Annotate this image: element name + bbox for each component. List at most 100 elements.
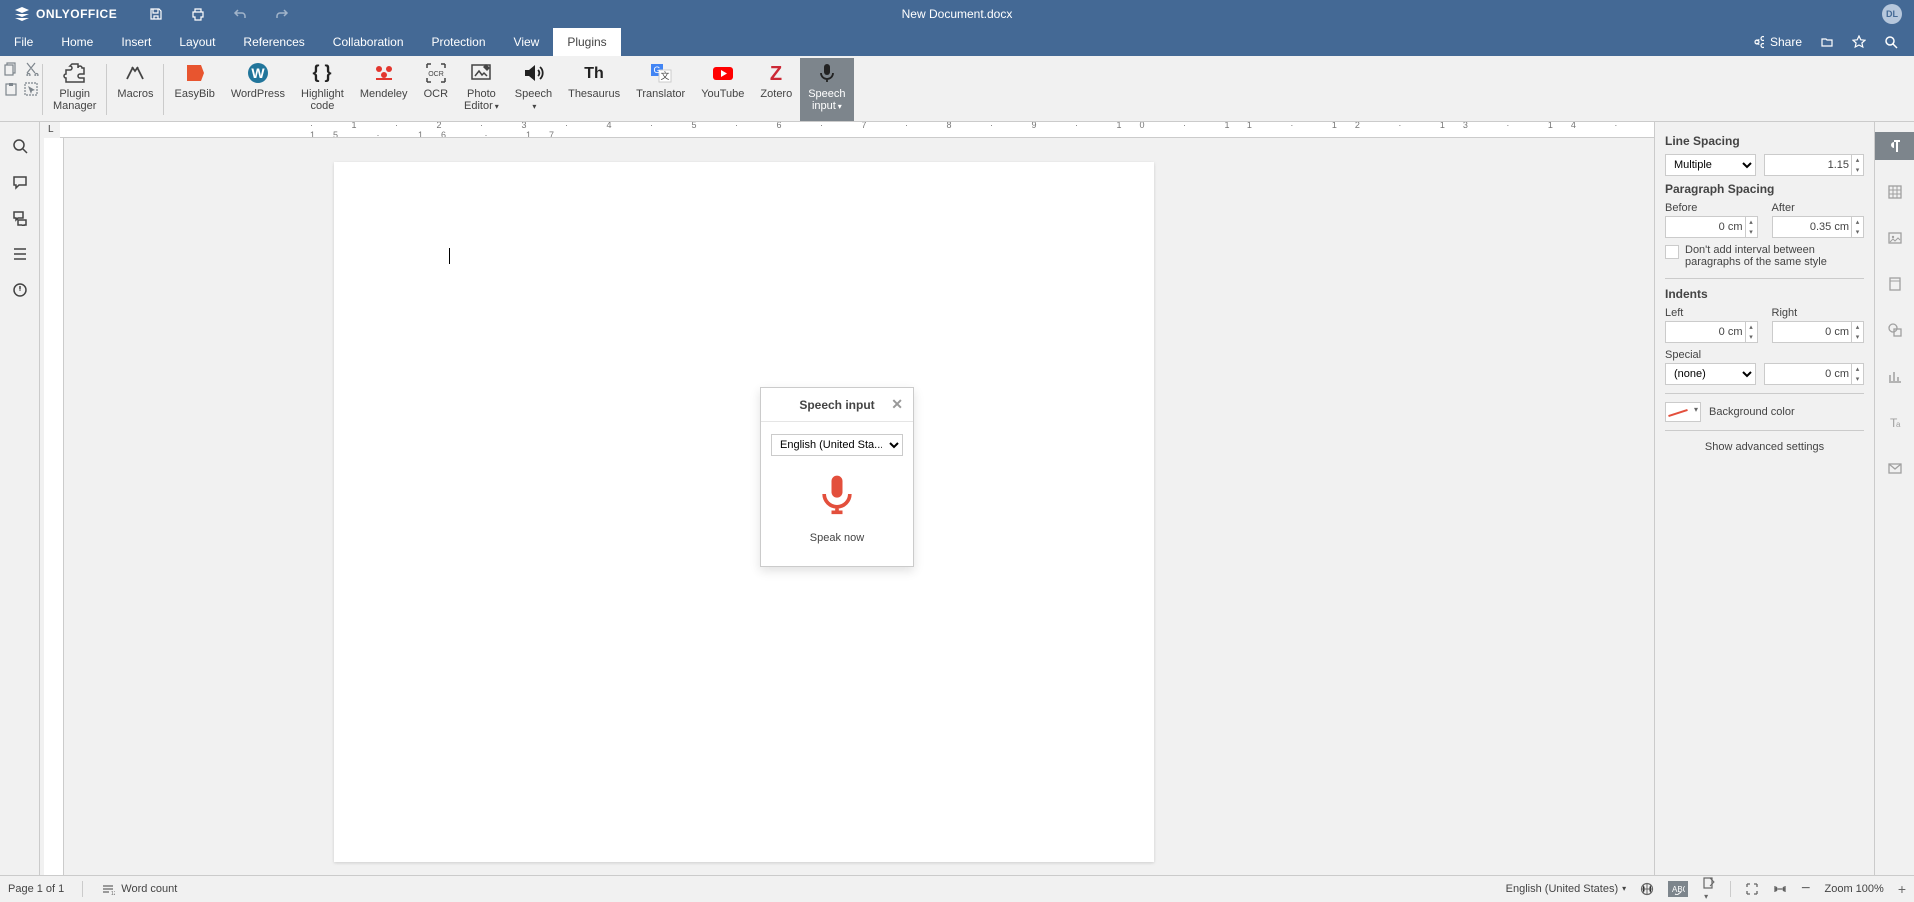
- ocr-button[interactable]: OCR OCR: [416, 58, 456, 121]
- tab-file[interactable]: File: [0, 28, 47, 56]
- tab-references[interactable]: References: [229, 28, 318, 56]
- mailmerge-settings-icon[interactable]: [1875, 454, 1914, 482]
- undo-icon[interactable]: [233, 7, 247, 21]
- share-button[interactable]: Share: [1750, 35, 1802, 49]
- show-advanced-settings-link[interactable]: Show advanced settings: [1665, 441, 1864, 453]
- paragraph-spacing-heading: Paragraph Spacing: [1665, 182, 1864, 196]
- vertical-ruler[interactable]: [44, 138, 64, 875]
- tab-home[interactable]: Home: [47, 28, 107, 56]
- search-icon[interactable]: [1884, 35, 1898, 49]
- select-all-icon[interactable]: [24, 82, 40, 96]
- find-icon[interactable]: [12, 138, 28, 154]
- left-icon-panel: [0, 122, 40, 875]
- thesaurus-label: Thesaurus: [568, 88, 620, 100]
- speak-now-label: Speak now: [810, 532, 864, 544]
- chat-icon[interactable]: [12, 210, 28, 226]
- svg-text:123: 123: [111, 891, 115, 896]
- table-settings-icon[interactable]: [1875, 178, 1914, 206]
- comments-icon[interactable]: [12, 174, 28, 190]
- macros-button[interactable]: Macros: [109, 58, 161, 121]
- user-avatar[interactable]: DL: [1882, 4, 1902, 24]
- shape-settings-icon[interactable]: [1875, 316, 1914, 344]
- svg-text:Z: Z: [770, 63, 782, 85]
- mendeley-label: Mendeley: [360, 88, 408, 100]
- svg-text:G: G: [653, 65, 660, 75]
- wordcount-label[interactable]: Word count: [121, 883, 177, 895]
- doc-language-button[interactable]: English (United States) ▾: [1506, 883, 1627, 895]
- no-interval-label: Don't add interval between paragraphs of…: [1685, 244, 1864, 268]
- paste-icon[interactable]: [4, 82, 20, 96]
- zoom-out-icon[interactable]: −: [1801, 880, 1810, 898]
- open-location-icon[interactable]: [1820, 35, 1834, 49]
- line-spacing-type-select[interactable]: Multiple: [1665, 154, 1756, 176]
- tab-collaboration[interactable]: Collaboration: [319, 28, 418, 56]
- app-logo: ONLYOFFICE: [0, 6, 131, 22]
- indent-left-label: Left: [1665, 307, 1758, 319]
- document-title: New Document.docx: [902, 7, 1013, 21]
- editor-area: · 1 · 2 · 3 · 4 · 5 · 6 · 7 · 8 · 9 · 10…: [40, 122, 1654, 875]
- fit-width-icon[interactable]: [1773, 882, 1787, 896]
- tab-view[interactable]: View: [500, 28, 554, 56]
- spacing-after-input[interactable]: 0.35 cm▴▾: [1772, 216, 1865, 238]
- spellcheck-icon[interactable]: ABC: [1668, 881, 1688, 897]
- close-icon[interactable]: ✕: [891, 396, 903, 413]
- tab-layout[interactable]: Layout: [165, 28, 229, 56]
- cut-icon[interactable]: [24, 62, 40, 76]
- tab-protection[interactable]: Protection: [418, 28, 500, 56]
- spacing-before-input[interactable]: 0 cm▴▾: [1665, 216, 1758, 238]
- zotero-button[interactable]: Z Zotero: [752, 58, 800, 121]
- highlight-code-button[interactable]: { } Highlight code: [293, 58, 352, 121]
- translator-label: Translator: [636, 88, 685, 100]
- paragraph-settings-icon[interactable]: [1875, 132, 1914, 160]
- feedback-icon[interactable]: [12, 282, 28, 298]
- textart-settings-icon[interactable]: Ta: [1875, 408, 1914, 436]
- zoom-label[interactable]: Zoom 100%: [1825, 883, 1884, 895]
- easybib-button[interactable]: EasyBib: [166, 58, 222, 121]
- speech-language-select[interactable]: English (United Sta...: [771, 434, 903, 456]
- tab-insert[interactable]: Insert: [107, 28, 165, 56]
- save-icon[interactable]: [149, 7, 163, 21]
- indent-right-input[interactable]: 0 cm▴▾: [1772, 321, 1865, 343]
- special-indent-select[interactable]: (none): [1665, 363, 1756, 385]
- plugin-manager-button[interactable]: Plugin Manager: [45, 58, 104, 121]
- youtube-button[interactable]: YouTube: [693, 58, 752, 121]
- macros-label: Macros: [117, 88, 153, 100]
- image-settings-icon[interactable]: [1875, 224, 1914, 252]
- speech-button[interactable]: Speech▾: [507, 58, 560, 121]
- track-changes-icon[interactable]: ▾: [1702, 876, 1716, 902]
- share-label: Share: [1770, 35, 1802, 49]
- redo-icon[interactable]: [275, 7, 289, 21]
- title-bar: ONLYOFFICE New Document.docx DL: [0, 0, 1914, 28]
- photo-editor-button[interactable]: Photo Editor▾: [456, 58, 507, 121]
- translator-button[interactable]: G文 Translator: [628, 58, 693, 121]
- mendeley-button[interactable]: Mendeley: [352, 58, 416, 121]
- line-spacing-value-input[interactable]: 1.15▴▾: [1764, 154, 1865, 176]
- brand-label: ONLYOFFICE: [36, 7, 117, 21]
- header-footer-icon[interactable]: [1875, 270, 1914, 298]
- thesaurus-button[interactable]: Th Thesaurus: [560, 58, 628, 121]
- indent-left-input[interactable]: 0 cm▴▾: [1665, 321, 1758, 343]
- set-doc-language-icon[interactable]: [1640, 882, 1654, 896]
- zoom-in-icon[interactable]: +: [1898, 881, 1906, 897]
- speech-input-button[interactable]: Speech input▾: [800, 58, 853, 121]
- wordpress-button[interactable]: W WordPress: [223, 58, 293, 121]
- chart-settings-icon[interactable]: [1875, 362, 1914, 390]
- no-interval-checkbox[interactable]: Don't add interval between paragraphs of…: [1665, 244, 1864, 268]
- speech-label: Speech▾: [515, 88, 552, 113]
- copy-icon[interactable]: [4, 62, 20, 76]
- zotero-label: Zotero: [760, 88, 792, 100]
- page-status[interactable]: Page 1 of 1: [8, 883, 64, 895]
- speech-input-label: Speech input▾: [808, 88, 845, 113]
- background-color-swatch[interactable]: [1665, 402, 1701, 422]
- svg-text:{ }: { }: [313, 62, 332, 82]
- navigation-icon[interactable]: [12, 246, 28, 262]
- speech-panel-title: Speech input: [799, 398, 874, 412]
- microphone-icon[interactable]: [815, 472, 859, 516]
- favorite-icon[interactable]: [1852, 35, 1866, 49]
- tab-plugins[interactable]: Plugins: [553, 28, 620, 56]
- special-label: Special: [1665, 349, 1864, 361]
- document-page[interactable]: [334, 162, 1154, 862]
- print-icon[interactable]: [191, 7, 205, 21]
- fit-page-icon[interactable]: [1745, 882, 1759, 896]
- special-indent-input[interactable]: 0 cm▴▾: [1764, 363, 1865, 385]
